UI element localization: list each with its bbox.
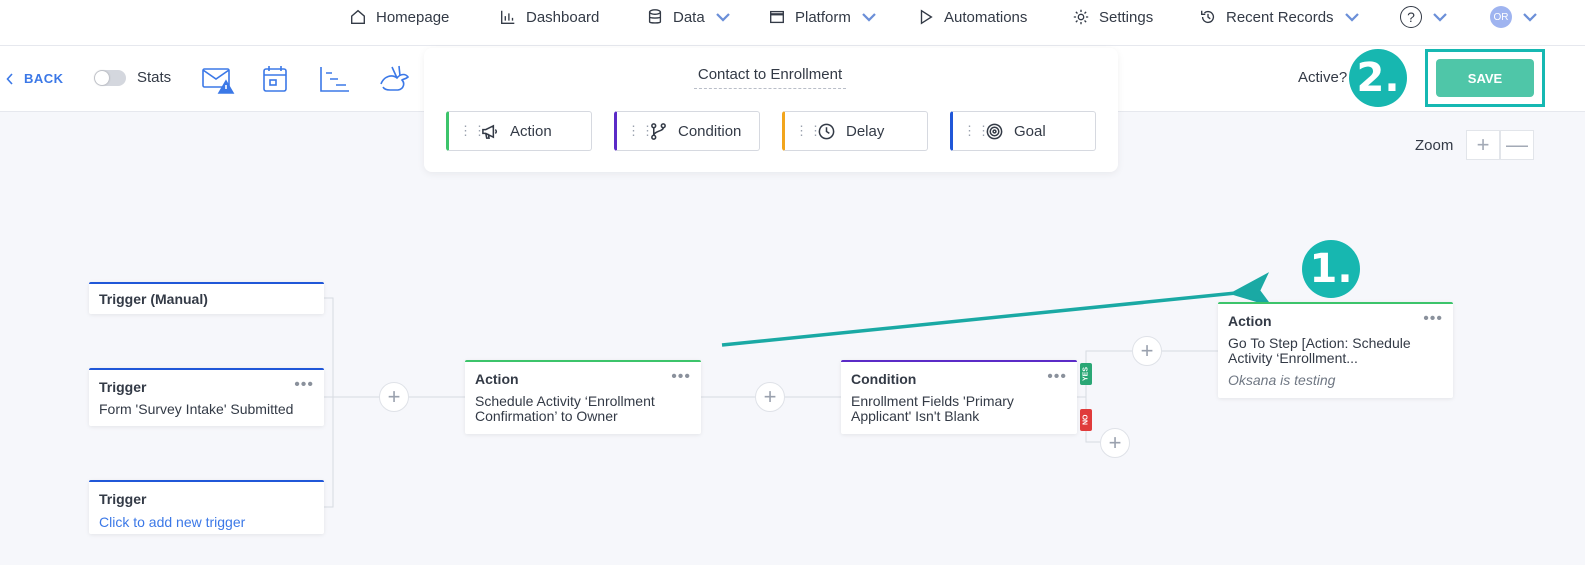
annotation-step-1: 1. <box>1302 240 1360 298</box>
condition-node[interactable]: Condition ••• Enrollment Fields 'Primary… <box>841 360 1077 434</box>
action-node-schedule-activity[interactable]: Action ••• Schedule Activity ‘Enrollment… <box>465 360 701 434</box>
yes-branch-tag: YES <box>1080 363 1092 385</box>
trigger-node-form[interactable]: Trigger ••• Form 'Survey Intake' Submitt… <box>89 368 324 426</box>
node-description: Schedule Activity ‘Enrollment Confirmati… <box>475 393 655 424</box>
node-title: Trigger <box>99 379 147 395</box>
trigger-node-add[interactable]: Trigger Click to add new trigger <box>89 480 324 534</box>
add-step-button[interactable]: + <box>755 382 785 412</box>
node-description: Go To Step [Action: Schedule Activity ‘E… <box>1228 335 1411 366</box>
more-options-icon[interactable]: ••• <box>671 368 691 386</box>
annotation-arrow <box>721 272 1273 347</box>
node-title: Action <box>1228 313 1272 329</box>
add-step-button[interactable]: + <box>379 382 409 412</box>
node-title: Trigger (Manual) <box>99 291 208 307</box>
node-description: Enrollment Fields 'Primary Applicant' Is… <box>851 393 1014 424</box>
more-options-icon[interactable]: ••• <box>294 376 314 394</box>
more-options-icon[interactable]: ••• <box>1423 310 1443 328</box>
node-title: Action <box>475 371 519 387</box>
add-step-button[interactable]: + <box>1132 336 1162 366</box>
node-note: Oksana is testing <box>1228 372 1336 388</box>
node-description: Form 'Survey Intake' Submitted <box>99 401 294 417</box>
add-trigger-link[interactable]: Click to add new trigger <box>99 514 314 530</box>
add-step-button[interactable]: + <box>1100 428 1130 458</box>
more-options-icon[interactable]: ••• <box>1047 368 1067 386</box>
no-branch-tag: NO <box>1080 409 1092 431</box>
action-node-go-to-step[interactable]: Action ••• Go To Step [Action: Schedule … <box>1218 302 1453 398</box>
node-title: Trigger <box>99 491 147 507</box>
trigger-node-manual[interactable]: Trigger (Manual) <box>89 282 324 314</box>
node-title: Condition <box>851 371 917 387</box>
